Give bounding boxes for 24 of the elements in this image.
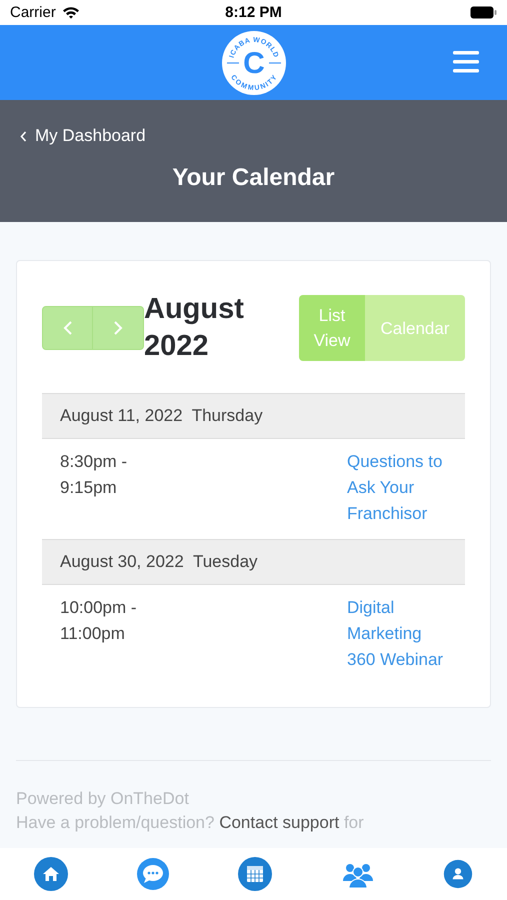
battery-icon <box>470 6 497 19</box>
back-chevron-icon <box>20 130 27 142</box>
day-header: August 30, 2022 Tuesday <box>42 539 465 585</box>
help-text: Have a problem/question? Contact support for <box>16 813 365 833</box>
profile-icon[interactable] <box>442 859 473 889</box>
chevron-left-icon <box>62 320 72 336</box>
event-link[interactable]: Questions to Ask Your Franchisor <box>347 449 447 527</box>
wifi-icon <box>62 6 80 19</box>
chat-icon[interactable] <box>136 857 170 891</box>
home-icon[interactable] <box>34 857 68 891</box>
event-link[interactable]: Digital Marketing 360 Webinar <box>347 595 447 673</box>
event-time: 10:00pm - 11:00pm <box>60 597 138 645</box>
menu-icon[interactable] <box>453 51 479 73</box>
month-title: August 2022 <box>144 292 244 364</box>
day-header: August 11, 2022 Thursday <box>42 393 465 439</box>
powered-by-text: Powered by OnTheDot <box>16 789 190 809</box>
event-time: 8:30pm - 9:15pm <box>60 451 128 499</box>
carrier-label: Carrier <box>10 4 56 21</box>
page-title: Your Calendar <box>172 164 335 192</box>
time-label: 8:12 PM <box>225 4 282 21</box>
calendar-icon[interactable] <box>238 857 272 891</box>
contact-support-link[interactable]: Contact support <box>219 813 340 832</box>
chevron-right-icon <box>113 320 123 336</box>
back-link[interactable]: My Dashboard <box>20 126 146 146</box>
